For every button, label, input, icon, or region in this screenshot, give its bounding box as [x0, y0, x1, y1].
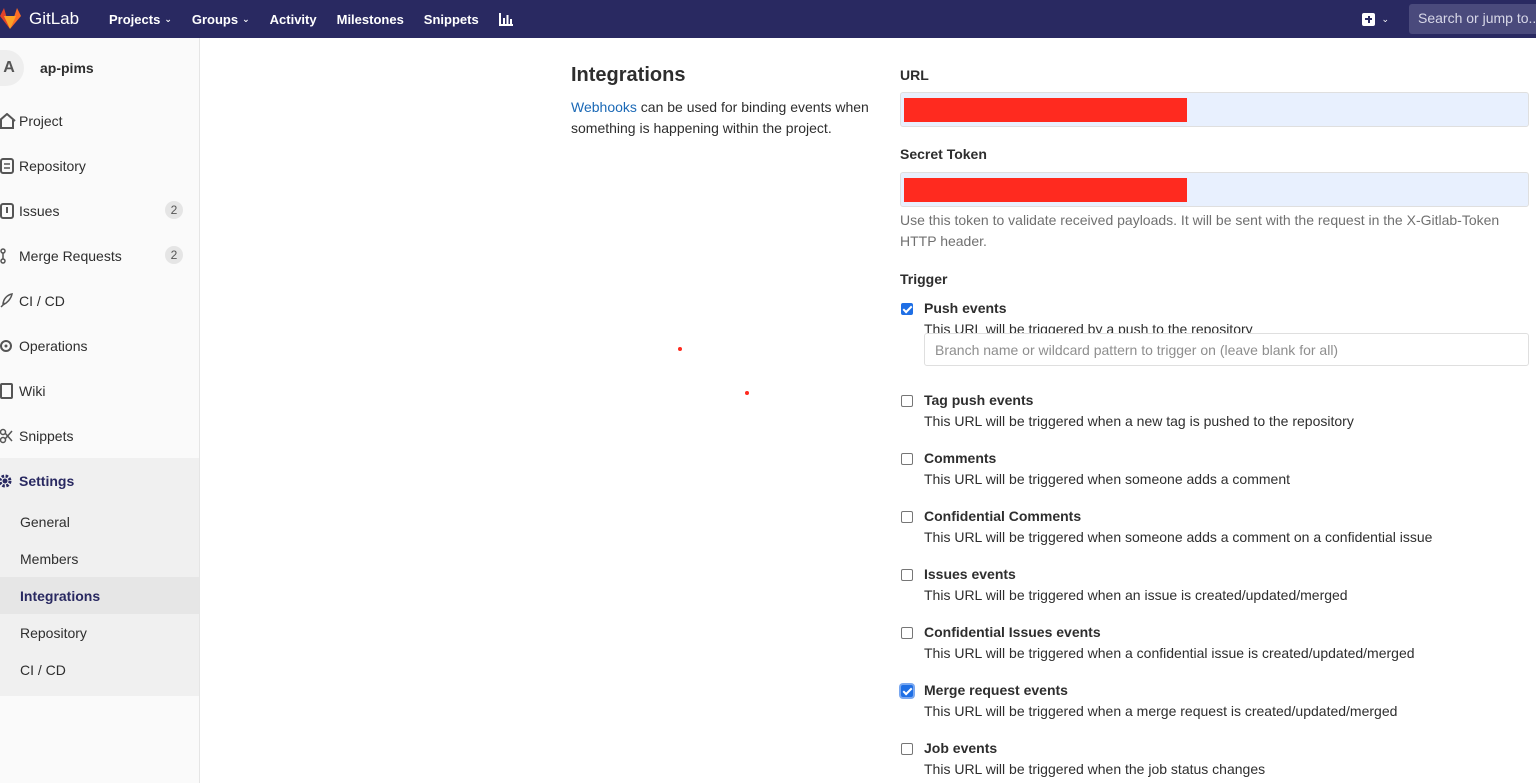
- sidebar-item-label: CI / CD: [19, 292, 65, 309]
- sidebar-item-label: Merge Requests: [19, 247, 122, 264]
- search-input[interactable]: Search or jump to...: [1409, 4, 1536, 34]
- sidebar-project-header[interactable]: A ap-pims: [0, 50, 94, 86]
- gear-icon: [0, 472, 19, 490]
- chart-icon: [498, 12, 513, 26]
- nav-chart-link[interactable]: [498, 12, 513, 26]
- scissors-icon: [0, 427, 19, 445]
- sidebar-item-label: Project: [19, 112, 63, 129]
- nav-right: ⌄ Search or jump to...: [1362, 0, 1536, 38]
- nav-projects-dropdown[interactable]: Projects ⌄: [109, 12, 172, 27]
- chevron-down-icon: ⌄: [164, 13, 172, 24]
- issues-count-badge: 2: [165, 201, 183, 219]
- issues-events-checkbox[interactable]: [901, 569, 913, 581]
- page-title: Integrations: [571, 64, 686, 86]
- trigger-title: Confidential Issues events: [924, 624, 1101, 640]
- confidential-comments-checkbox[interactable]: [901, 511, 913, 523]
- issues-icon: [0, 202, 19, 220]
- trigger-description: This URL will be triggered when a new ta…: [924, 413, 1354, 429]
- sidebar-item-label: Wiki: [19, 382, 46, 399]
- redacted-value: [904, 98, 1187, 122]
- trigger-title: Comments: [924, 450, 997, 466]
- trigger-label: Trigger: [900, 271, 948, 287]
- trigger-description: This URL will be triggered when the job …: [924, 761, 1266, 777]
- project-sidebar: A ap-pims Project Repository Issues 2 Me…: [0, 38, 200, 783]
- trigger-description: This URL will be triggered when an issue…: [924, 587, 1348, 603]
- trigger-description: This URL will be triggered when someone …: [924, 471, 1290, 487]
- trigger-description: This URL will be triggered when someone …: [924, 529, 1433, 545]
- settings-sub-integrations[interactable]: Integrations: [20, 577, 199, 614]
- project-name: ap-pims: [40, 60, 94, 76]
- token-help-text: Use this token to validate received payl…: [900, 212, 1500, 249]
- doc-icon: [0, 157, 19, 175]
- tag-push-events-checkbox[interactable]: [901, 395, 913, 407]
- red-dot-mark: [745, 391, 749, 395]
- sidebar-item-settings[interactable]: Settings: [0, 458, 199, 503]
- gitlab-home-link[interactable]: GitLab: [0, 0, 79, 38]
- book-icon: [0, 382, 19, 400]
- merge-request-icon: [0, 247, 19, 265]
- job-events-checkbox[interactable]: [901, 743, 913, 755]
- trigger-description: This URL will be triggered when a confid…: [924, 645, 1415, 661]
- new-item-dropdown[interactable]: ⌄: [1362, 12, 1389, 26]
- merge-requests-count-badge: 2: [165, 246, 183, 264]
- nav-milestones[interactable]: Milestones: [337, 12, 404, 27]
- sidebar-item-label: Issues: [19, 202, 60, 219]
- comments-checkbox[interactable]: [901, 453, 913, 465]
- sidebar-item-wiki[interactable]: Wiki: [0, 368, 199, 413]
- trigger-description: This URL will be triggered when a merge …: [924, 703, 1398, 719]
- merge-request-events-checkbox[interactable]: [901, 685, 913, 697]
- nav-snippets[interactable]: Snippets: [424, 12, 479, 27]
- sidebar-item-label: Operations: [19, 337, 88, 354]
- webhooks-link[interactable]: Webhooks: [571, 99, 637, 115]
- url-input[interactable]: [900, 92, 1529, 127]
- red-dot-mark: [678, 347, 682, 351]
- plus-square-icon: [1362, 12, 1376, 26]
- trigger-title: Job events: [924, 740, 998, 756]
- branch-filter-input[interactable]: [924, 333, 1529, 366]
- sidebar-item-repository[interactable]: Repository: [0, 143, 199, 188]
- url-label: URL: [900, 67, 929, 83]
- chevron-down-icon: ⌄: [242, 13, 250, 24]
- sidebar-item-snippets[interactable]: Snippets: [0, 413, 199, 458]
- brand-name: GitLab: [29, 9, 80, 28]
- intro-text: Webhooks can be used for binding events …: [571, 97, 871, 139]
- avatar: A: [0, 50, 24, 86]
- top-navbar: GitLab Projects ⌄ Groups ⌄ Activity Mile…: [0, 0, 1536, 38]
- chevron-down-icon: ⌄: [1381, 13, 1389, 24]
- sidebar-item-label: Settings: [19, 472, 75, 489]
- nav-activity[interactable]: Activity: [270, 12, 317, 27]
- secret-token-label: Secret Token: [900, 146, 987, 162]
- gitlab-logo-icon: [0, 8, 21, 29]
- redacted-value: [904, 178, 1187, 202]
- trigger-title: Confidential Comments: [924, 508, 1082, 524]
- secret-token-input[interactable]: [900, 172, 1529, 207]
- cloud-gear-icon: [0, 337, 19, 355]
- sidebar-item-project[interactable]: Project: [0, 98, 199, 143]
- trigger-title: Issues events: [924, 566, 1016, 582]
- trigger-title: Push events: [924, 300, 1007, 316]
- rocket-icon: [0, 292, 19, 310]
- confidential-issues-events-checkbox[interactable]: [901, 627, 913, 639]
- home-icon: [0, 112, 19, 130]
- settings-sub-members[interactable]: Members: [20, 540, 199, 577]
- nav-projects-label: Projects: [109, 11, 161, 27]
- settings-sub-repository[interactable]: Repository: [20, 614, 199, 651]
- settings-sub-ci-cd[interactable]: CI / CD: [20, 651, 199, 688]
- push-events-checkbox[interactable]: [901, 303, 913, 315]
- nav-groups-dropdown[interactable]: Groups ⌄: [192, 12, 250, 27]
- trigger-title: Merge request events: [924, 682, 1068, 698]
- sidebar-item-label: Repository: [19, 157, 86, 174]
- sidebar-item-operations[interactable]: Operations: [0, 323, 199, 368]
- sidebar-item-issues[interactable]: Issues 2: [0, 188, 199, 233]
- nav-groups-label: Groups: [191, 11, 239, 27]
- sidebar-item-merge-requests[interactable]: Merge Requests 2: [0, 233, 199, 278]
- sidebar-item-ci-cd[interactable]: CI / CD: [0, 278, 199, 323]
- sidebar-item-label: Snippets: [19, 427, 74, 444]
- nav-links: Projects ⌄ Groups ⌄ Activity Milestones …: [109, 0, 533, 38]
- trigger-title: Tag push events: [924, 392, 1034, 408]
- integrations-intro: Integrations Webhooks can be used for bi…: [571, 64, 871, 139]
- settings-sub-general[interactable]: General: [20, 503, 199, 540]
